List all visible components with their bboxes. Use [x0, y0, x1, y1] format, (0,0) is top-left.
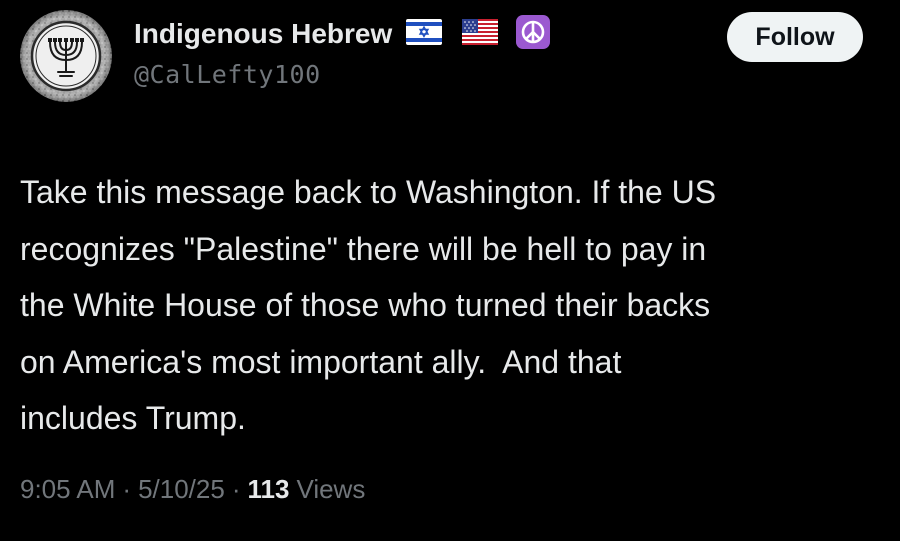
views-count: 113: [247, 474, 290, 504]
menorah-seal-icon: [20, 10, 112, 102]
user-handle[interactable]: @CalLefty100: [134, 60, 880, 89]
us-flag-icon: [462, 18, 499, 50]
separator-dot: ·: [231, 474, 241, 504]
tweet-text: Take this message back to Washington. If…: [20, 174, 717, 436]
views-label: Views: [296, 474, 366, 504]
tweet: Indigenous Hebrew @CalLefty100 Follow Ta…: [0, 0, 900, 541]
tweet-date[interactable]: 5/10/25: [138, 474, 225, 505]
tweet-time[interactable]: 9:05 AM: [20, 474, 115, 505]
peace-symbol-icon: [516, 14, 551, 54]
display-name[interactable]: Indigenous Hebrew: [134, 18, 392, 50]
israel-flag-icon: [406, 18, 443, 50]
tweet-meta: 9:05 AM · 5/10/25 · 113 Views: [20, 474, 365, 505]
follow-button[interactable]: Follow: [727, 12, 863, 62]
separator-dot: ·: [122, 474, 132, 504]
avatar[interactable]: [20, 10, 112, 102]
